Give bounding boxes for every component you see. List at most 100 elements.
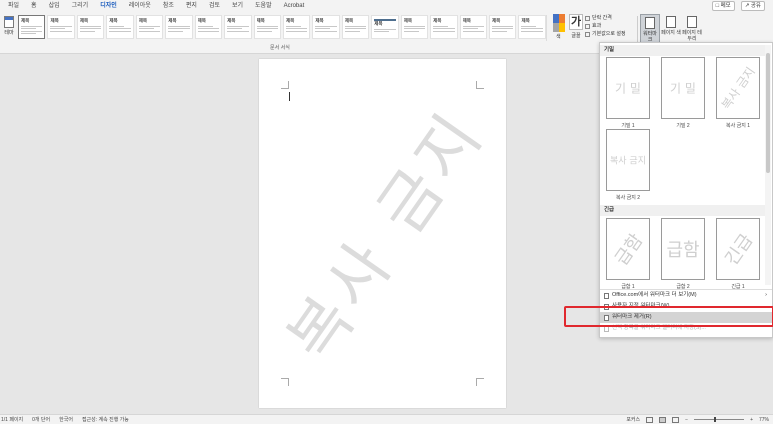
checkmark-icon — [585, 31, 590, 37]
focus-button[interactable]: 포커스 — [626, 416, 640, 423]
watermark-option[interactable]: 급함 급함 1 — [606, 218, 650, 290]
comments-button[interactable]: □ 메모 — [711, 1, 735, 11]
watermark-dropdown: 기밀 기 밀 기밀 1 기 밀 기밀 2 복사 금지 복사 금지 1 복사 금지… — [599, 42, 773, 338]
tab-help[interactable]: 도움말 — [249, 0, 278, 12]
style-set-item-title: 제목 — [197, 18, 206, 23]
style-set-item[interactable]: 제목 — [106, 15, 134, 39]
word-count[interactable]: 0개 단어 — [32, 416, 50, 423]
style-set-item-title: 제목 — [109, 18, 118, 23]
watermark-option[interactable]: 긴급 긴급 1 — [716, 218, 760, 290]
watermark-thumbnail: 긴급 — [716, 218, 760, 280]
zoom-out-button[interactable]: − — [685, 417, 688, 423]
set-default-button[interactable]: 기본값으로 설정 — [585, 30, 635, 38]
watermark-option[interactable]: 복사 금지 복사 금지 2 — [606, 129, 650, 201]
accessibility-status[interactable]: 접근성: 계속 진행 가능 — [82, 416, 129, 423]
fonts-button[interactable]: 가 글꼴 — [569, 14, 583, 44]
web-layout-icon[interactable] — [672, 416, 680, 423]
document-page[interactable]: 복사 금지 — [259, 59, 506, 408]
style-line — [521, 28, 543, 29]
themes-icon — [4, 16, 14, 28]
tab-review[interactable]: 검토 — [203, 0, 226, 12]
style-set-item[interactable]: 제목 — [312, 15, 340, 39]
style-line — [344, 25, 367, 27]
scrollbar-thumb[interactable] — [766, 53, 770, 173]
style-set-item[interactable]: 제목 — [371, 15, 399, 39]
style-set-item[interactable]: 제목 — [135, 15, 164, 39]
zoom-level[interactable]: 77% — [759, 417, 769, 423]
paragraph-spacing-label: 단락 간격 — [592, 15, 612, 21]
style-line — [315, 28, 331, 29]
style-line — [462, 28, 478, 29]
style-set-item[interactable]: 제목 — [224, 15, 252, 39]
tab-file[interactable]: 파일 — [2, 0, 25, 12]
style-set-item[interactable]: 제목 — [253, 15, 281, 39]
style-set-item-title: 제목 — [79, 18, 89, 23]
share-button[interactable]: ↗ 공유 — [740, 1, 765, 11]
style-set-item[interactable]: 제목 — [430, 15, 458, 39]
style-line — [403, 28, 426, 29]
read-mode-icon[interactable] — [646, 416, 654, 423]
watermark-preview-text: 긴급 — [721, 230, 758, 270]
style-line — [138, 30, 161, 32]
watermark-preview-text: 급함 — [611, 230, 648, 270]
style-line — [109, 28, 131, 29]
tab-home[interactable]: 홈 — [25, 0, 43, 12]
watermark-option[interactable]: 급함 급함 2 — [661, 218, 705, 290]
style-set-item[interactable]: 제목 — [194, 15, 223, 39]
style-set-item[interactable]: 제목 — [76, 15, 105, 39]
style-set-item[interactable]: 제목 — [47, 15, 75, 39]
zoom-slider[interactable] — [694, 417, 745, 422]
tab-references[interactable]: 참조 — [157, 0, 180, 12]
style-line — [227, 25, 249, 27]
style-set-item-title: 제목 — [227, 18, 236, 23]
themes-button[interactable]: 테마 — [2, 14, 16, 46]
zoom-slider-knob[interactable] — [714, 417, 717, 422]
language-indicator[interactable]: 한국어 — [59, 416, 73, 423]
tab-draw[interactable]: 그리기 — [66, 0, 95, 12]
gallery-scrollbar[interactable] — [546, 15, 551, 41]
page-borders-icon — [687, 16, 697, 28]
style-line — [50, 30, 72, 32]
tab-mailings[interactable]: 편지 — [180, 0, 203, 12]
tab-design[interactable]: 디자인 — [94, 0, 123, 13]
tab-insert[interactable]: 삽입 — [43, 0, 66, 12]
watermark-option[interactable]: 기 밀 기밀 2 — [661, 57, 705, 129]
effects-button[interactable]: 효과 — [585, 22, 635, 30]
style-line — [256, 28, 278, 29]
more-watermarks-item[interactable]: Office.com에서 워터마크 더 보기(M) › — [600, 290, 772, 301]
style-set-item[interactable]: 제목 — [282, 15, 311, 39]
fonts-label: 글꼴 — [571, 33, 581, 39]
print-layout-icon[interactable] — [659, 416, 667, 423]
page-count[interactable]: 1/1 페이지 — [1, 416, 23, 423]
style-line — [168, 28, 190, 29]
tab-layout[interactable]: 레이아웃 — [123, 0, 157, 12]
watermark-option[interactable]: 기 밀 기밀 1 — [606, 57, 650, 129]
style-set-item[interactable]: 제목 — [341, 15, 370, 39]
style-set-item-title: 제목 — [492, 18, 501, 23]
tab-acrobat[interactable]: Acrobat — [278, 0, 311, 12]
style-set-item[interactable]: 제목 — [459, 15, 487, 39]
style-set-item-title: 제목 — [344, 18, 354, 23]
style-line — [315, 25, 337, 27]
colors-icon[interactable] — [553, 14, 566, 32]
zoom-in-button[interactable]: + — [750, 417, 753, 423]
style-set-item[interactable]: 제목 — [489, 15, 517, 39]
style-set-item[interactable]: 제목 — [18, 15, 46, 39]
style-set-item[interactable]: 제목 — [165, 15, 193, 39]
style-line — [403, 30, 419, 32]
watermark-option[interactable]: 복사 금지 복사 금지 1 — [716, 57, 760, 129]
watermark-preview-text: 복사 금지 — [718, 64, 758, 112]
tab-view[interactable]: 보기 — [226, 0, 249, 12]
watermark-option-label: 기밀 1 — [621, 123, 635, 129]
style-set-item[interactable]: 제목 — [518, 15, 546, 39]
effects-label: 효과 — [592, 23, 602, 29]
colors-label: 색 — [556, 34, 561, 40]
watermark-thumbnail: 복사 금지 — [606, 129, 650, 191]
paragraph-spacing-button[interactable]: 단락 간격 — [585, 14, 635, 22]
style-set-item[interactable]: 제목 — [400, 15, 429, 39]
style-line — [433, 30, 455, 32]
style-line — [285, 28, 308, 29]
margin-mark — [476, 378, 484, 386]
watermark-preview-text: 복사 금지 — [610, 156, 646, 167]
panel-scrollbar[interactable] — [765, 45, 771, 285]
